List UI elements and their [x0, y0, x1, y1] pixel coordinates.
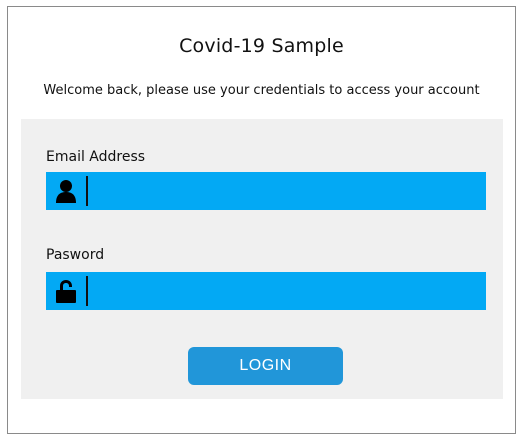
email-input[interactable]	[88, 172, 486, 210]
page-subtitle: Welcome back, please use your credential…	[43, 83, 480, 98]
login-form-panel: Email Address Pasword LOGIN	[21, 119, 503, 399]
password-field-container[interactable]	[46, 272, 486, 310]
user-icon	[46, 172, 86, 210]
password-label: Pasword	[46, 247, 105, 263]
page-title: Covid-19 Sample	[179, 35, 344, 57]
password-input[interactable]	[88, 272, 486, 310]
login-button[interactable]: LOGIN	[188, 347, 343, 385]
email-label: Email Address	[46, 149, 146, 165]
unlock-icon	[46, 272, 86, 310]
email-field-container[interactable]	[46, 172, 486, 210]
login-card: Covid-19 Sample Welcome back, please use…	[7, 6, 516, 434]
